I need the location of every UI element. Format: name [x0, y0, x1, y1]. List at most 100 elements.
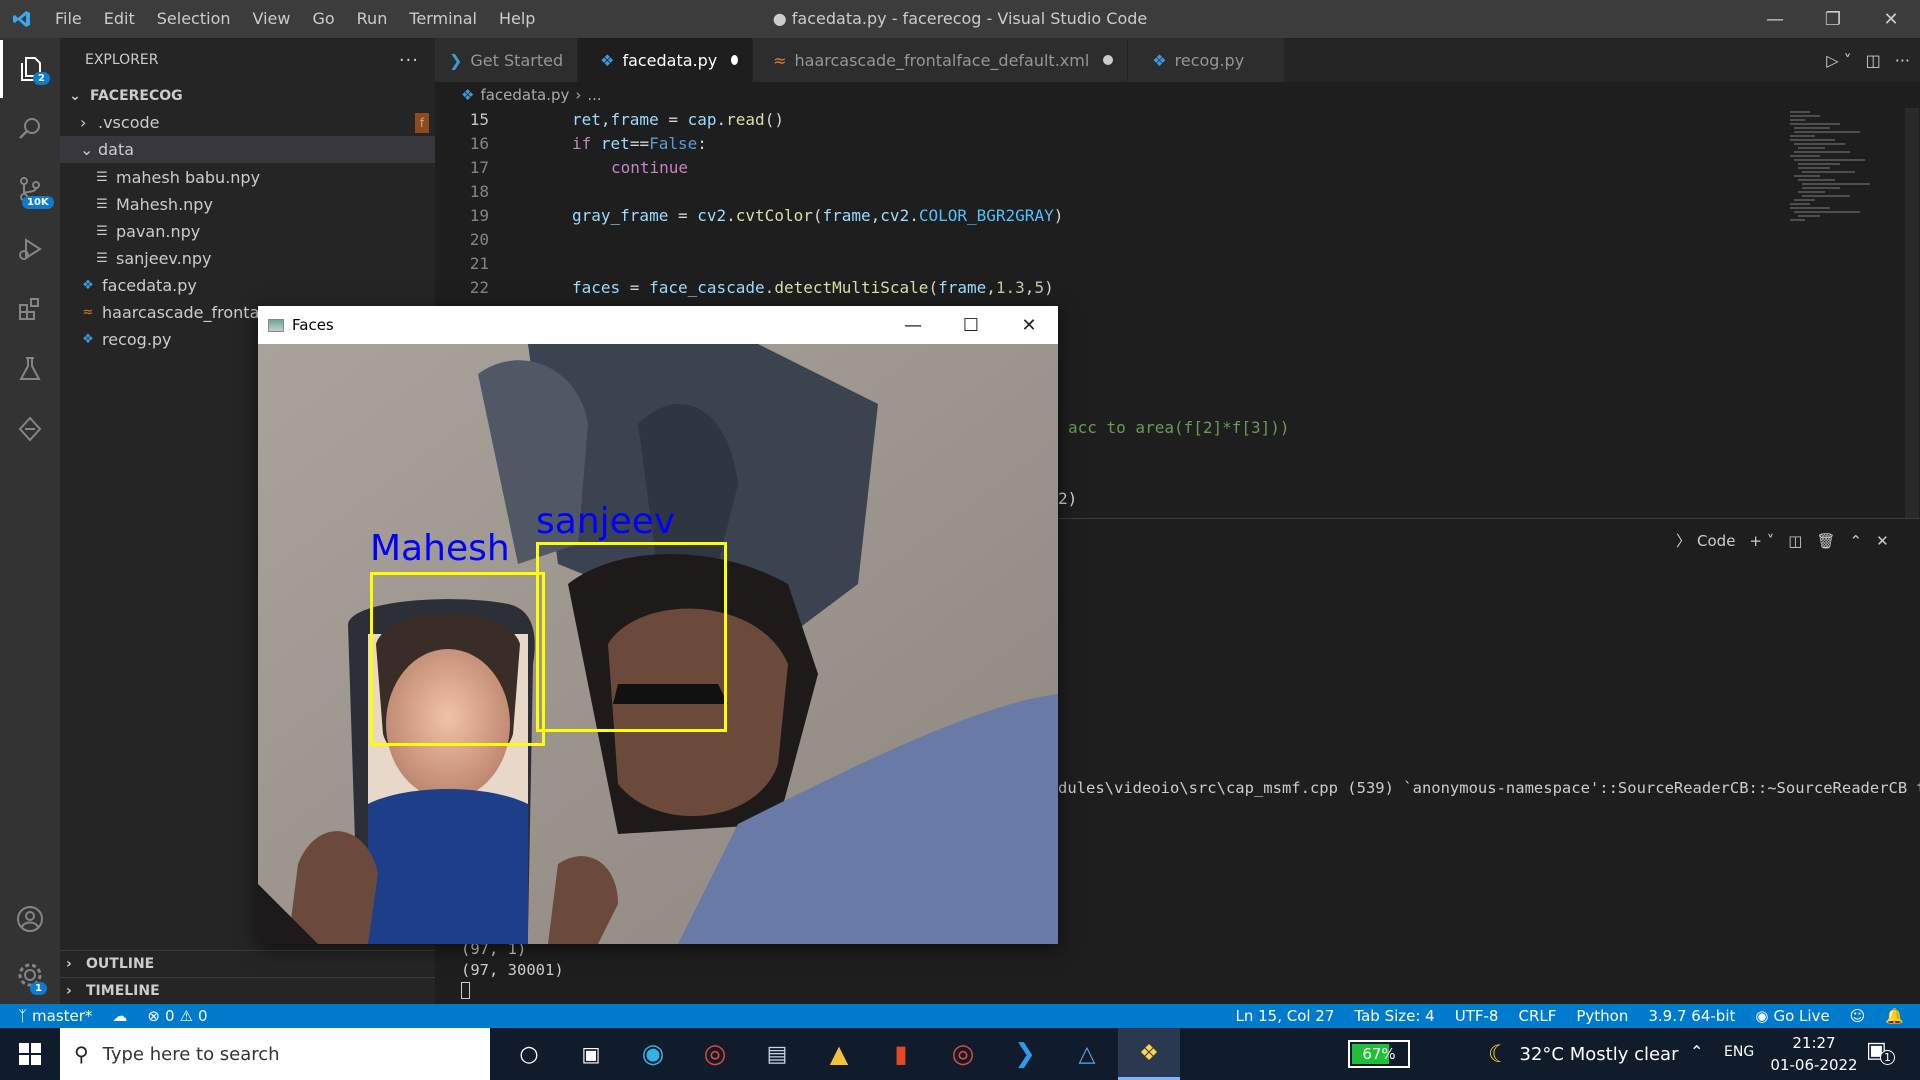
minimize-button[interactable]: —	[884, 306, 942, 344]
tree-item-file[interactable]: ☰ pavan.npy	[60, 218, 435, 245]
menu-file[interactable]: File	[44, 0, 93, 38]
camera-feed: Mahesh sanjeev	[258, 344, 1058, 944]
menu-selection[interactable]: Selection	[146, 0, 242, 38]
close-panel-icon[interactable]: ✕	[1876, 532, 1889, 550]
breadcrumb-file[interactable]: facedata.py	[480, 86, 569, 104]
code-line[interactable]: 17 continue	[435, 156, 1755, 180]
language-mode[interactable]: Python	[1566, 1007, 1638, 1025]
problems-indicator[interactable]: ⊗ 0 ⚠ 0	[137, 1007, 217, 1025]
code-line[interactable]: 21	[435, 252, 1755, 276]
git-branch[interactable]: ᛉ master*	[0, 1007, 102, 1025]
minimap[interactable]	[1780, 108, 1905, 238]
tree-item-facedata[interactable]: ❖ facedata.py	[60, 272, 435, 299]
photos-icon[interactable]: △	[1056, 1042, 1118, 1067]
task-view-icon[interactable]: ▣	[560, 1042, 622, 1066]
python-taskbar-icon[interactable]: ❖	[1118, 1028, 1180, 1080]
chrome-icon[interactable]: ◎	[684, 1039, 746, 1069]
notifications-bell-icon[interactable]: 🔔	[1875, 1007, 1920, 1025]
go-live-button[interactable]: ◉ Go Live	[1745, 1007, 1839, 1025]
menu-terminal[interactable]: Terminal	[398, 0, 488, 38]
workspace-root[interactable]: ⌄ FACERECOG	[60, 82, 435, 109]
manage-gear-icon[interactable]: 1	[0, 946, 60, 1004]
tab-get-started[interactable]: ❯ Get Started	[435, 38, 579, 82]
tree-item-file[interactable]: ☰ mahesh babu.npy	[60, 164, 435, 191]
menu-help[interactable]: Help	[488, 0, 546, 38]
close-button[interactable]: ✕	[1000, 306, 1058, 344]
editor-scrollbar[interactable]	[1905, 108, 1919, 518]
run-debug-icon[interactable]	[0, 220, 60, 278]
maximize-panel-chevron-up-icon[interactable]: ⌃	[1850, 532, 1863, 550]
code-line[interactable]: 22 faces = face_cascade.detectMultiScale(…	[435, 276, 1755, 300]
menu-view[interactable]: View	[242, 0, 302, 38]
code-line[interactable]: 20	[435, 228, 1755, 252]
task-view-circle-icon[interactable]: ○	[498, 1042, 560, 1067]
python-file-icon: ❖	[82, 278, 94, 293]
search-icon[interactable]	[0, 100, 60, 158]
code-line[interactable]: 16 if ret==False:	[435, 132, 1755, 156]
terminal-select[interactable]: 〉 Code	[1676, 530, 1735, 551]
tree-item-data[interactable]: ⌄ data	[60, 136, 435, 163]
computer-icon[interactable]: ▤	[746, 1042, 808, 1067]
windows-start-icon[interactable]	[0, 1028, 60, 1080]
chevron-right-icon: ›	[66, 956, 72, 972]
file-explorer-folder-icon[interactable]: ▲	[808, 1040, 870, 1068]
kill-terminal-trash-icon[interactable]: 🗑	[1816, 532, 1835, 550]
new-terminal-plus-icon[interactable]: + ˅	[1749, 532, 1774, 550]
end-of-line[interactable]: CRLF	[1508, 1007, 1566, 1025]
restore-button[interactable]: ❐	[1804, 0, 1862, 38]
battery-indicator[interactable]: 67%	[1348, 1040, 1410, 1068]
code-line[interactable]: 18	[435, 180, 1755, 204]
terminal-cursor[interactable]	[461, 982, 470, 999]
input-language[interactable]: ENG	[1724, 1044, 1754, 1060]
code-line[interactable]: 19 gray_frame = cv2.cvtColor(frame,cv2.CO…	[435, 204, 1755, 228]
encoding[interactable]: UTF-8	[1445, 1007, 1509, 1025]
tree-item-vscode[interactable]: › .vscode f	[60, 109, 435, 136]
timeline-section[interactable]: › TIMELINE	[60, 977, 435, 1004]
remote-explorer-icon[interactable]	[0, 400, 60, 458]
extensions-icon[interactable]	[0, 280, 60, 338]
breadcrumb-rest[interactable]: ...	[587, 86, 601, 104]
outline-section[interactable]: › OUTLINE	[60, 950, 435, 977]
more-actions-icon[interactable]: ···	[1895, 51, 1910, 70]
line-number: 17	[469, 158, 489, 177]
sync-icon[interactable]: ☁	[102, 1007, 137, 1025]
feedback-icon[interactable]: ☺	[1840, 1007, 1876, 1025]
code-fragment: 2)	[1058, 489, 1078, 508]
minimize-button[interactable]: —	[1746, 0, 1804, 38]
accounts-icon[interactable]	[0, 890, 60, 948]
action-center-icon[interactable]: ▣ 1	[1866, 1038, 1906, 1070]
explorer-icon[interactable]: 2	[0, 40, 60, 98]
chevron-up-icon[interactable]: ⌃	[1690, 1042, 1703, 1061]
file-lines-icon: ☰	[96, 197, 108, 212]
chrome-icon[interactable]: ◎	[932, 1039, 994, 1069]
office-icon[interactable]: ▮	[870, 1040, 932, 1068]
tab-recog[interactable]: ❖ recog.py	[1128, 38, 1286, 82]
menu-run[interactable]: Run	[346, 0, 399, 38]
menu-edit[interactable]: Edit	[93, 0, 146, 38]
run-file-icon[interactable]: ▷ ˅	[1826, 51, 1851, 70]
edge-browser-icon[interactable]: ◉	[622, 1039, 684, 1069]
maximize-button[interactable]: ☐	[942, 306, 1000, 344]
weather-widget[interactable]: ☾ 32°C Mostly clear	[1488, 1028, 1678, 1080]
tab-facedata[interactable]: ❖ facedata.py	[578, 38, 754, 82]
split-terminal-icon[interactable]: ◫	[1788, 532, 1802, 550]
vscode-taskbar-icon[interactable]: ❯	[994, 1039, 1056, 1069]
source-control-icon[interactable]: 10K	[0, 160, 60, 218]
code-token: ret	[600, 134, 630, 153]
tree-item-file[interactable]: ☰ Mahesh.npy	[60, 191, 435, 218]
tab-size[interactable]: Tab Size: 4	[1344, 1007, 1444, 1025]
clock[interactable]: 21:27 01-06-2022	[1764, 1032, 1864, 1076]
split-editor-icon[interactable]: ◫	[1866, 51, 1881, 70]
unsaved-dot-icon[interactable]	[731, 55, 739, 65]
unsaved-dot-icon[interactable]	[1103, 55, 1114, 65]
testing-icon[interactable]	[0, 340, 60, 398]
code-line[interactable]: 15 ret,frame = cap.read()	[435, 108, 1755, 132]
cursor-position[interactable]: Ln 15, Col 27	[1225, 1007, 1344, 1025]
close-button[interactable]: ✕	[1862, 0, 1920, 38]
more-actions-icon[interactable]: ···	[399, 50, 419, 71]
tab-haarcascade[interactable]: ≈ haarcascade_frontalface_default.xml	[753, 38, 1129, 82]
taskbar-search-box[interactable]: ⚲ Type here to search	[60, 1028, 490, 1080]
python-interpreter[interactable]: 3.9.7 64-bit	[1638, 1007, 1745, 1025]
menu-go[interactable]: Go	[301, 0, 345, 38]
tree-item-file[interactable]: ☰ sanjeev.npy	[60, 245, 435, 272]
